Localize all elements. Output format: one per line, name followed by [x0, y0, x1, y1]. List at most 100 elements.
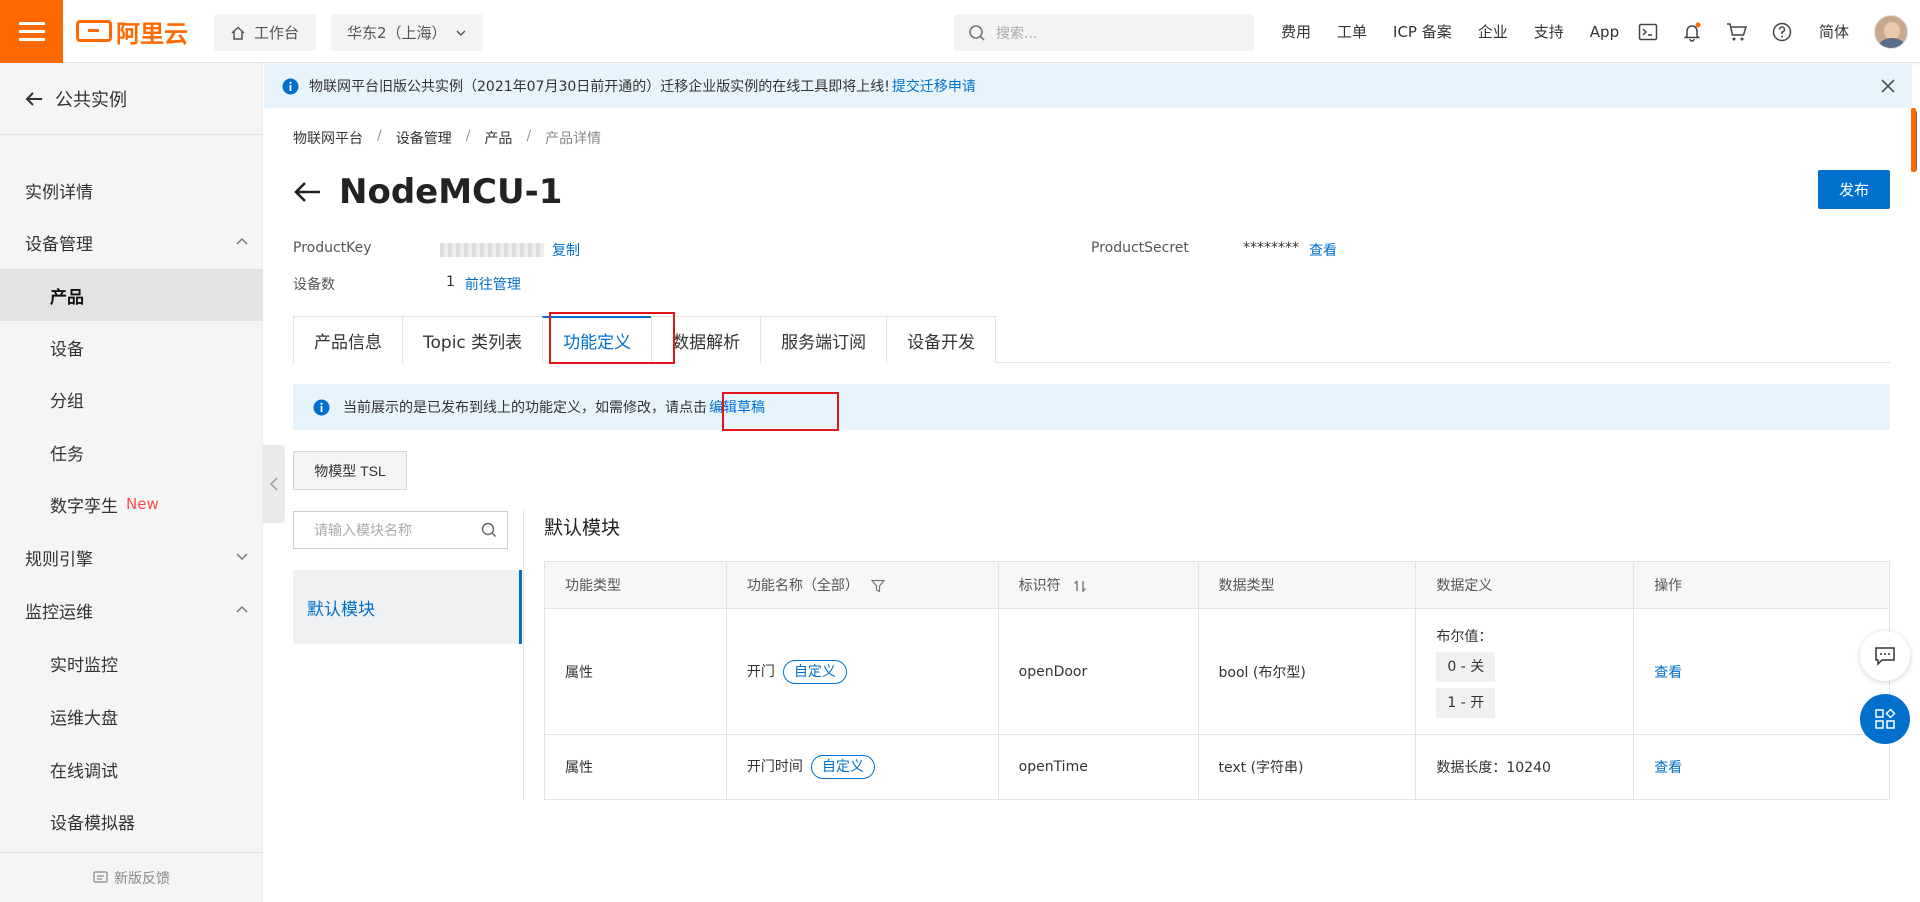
- manage-devices-link[interactable]: 前往管理: [465, 274, 521, 294]
- published-info-bar: 当前展示的是已发布到线上的功能定义，如需修改，请点击 编辑草稿: [293, 384, 1890, 430]
- sidebar-item-products[interactable]: 产品: [0, 269, 263, 321]
- aliyun-logo[interactable]: 阿里云: [76, 16, 188, 48]
- sidebar-item-label: 监控运维: [25, 602, 93, 623]
- sidebar-item-digital-twin[interactable]: 数字孪生 New: [0, 478, 263, 530]
- tab-data-parsing[interactable]: 数据解析: [651, 316, 762, 363]
- workbench-label: 工作台: [254, 24, 300, 42]
- table-row: 属性 开门 自定义 openDoor bool (布尔型) 布尔值： 0 - 关 …: [544, 608, 1890, 735]
- sidebar-collapse-toggle[interactable]: [263, 445, 285, 523]
- migration-apply-link[interactable]: 提交迁移申请: [892, 76, 976, 96]
- product-key-value: 复制: [440, 240, 580, 260]
- apps-float-button[interactable]: [1860, 694, 1910, 744]
- user-avatar[interactable]: [1874, 15, 1908, 49]
- module-item-default[interactable]: 默认模块: [293, 570, 522, 644]
- breadcrumb-separator: /: [526, 128, 532, 144]
- nav-fees[interactable]: 费用: [1268, 21, 1324, 42]
- cell-data-definition: 布尔值： 0 - 关 1 - 开: [1415, 608, 1635, 735]
- sidebar-group-monitoring[interactable]: 监控运维: [0, 584, 263, 636]
- breadcrumb-iot-platform[interactable]: 物联网平台: [293, 128, 363, 148]
- sidebar-item-label: 设备管理: [25, 234, 93, 255]
- tab-server-subscription[interactable]: 服务端订阅: [760, 316, 888, 363]
- tsl-model-button[interactable]: 物模型 TSL: [293, 451, 407, 490]
- sidebar-item-groups[interactable]: 分组: [0, 373, 263, 425]
- chevron-down-icon: [236, 553, 248, 561]
- tab-product-info[interactable]: 产品信息: [293, 316, 403, 363]
- sidebar-item-label: 分组: [50, 391, 84, 412]
- breadcrumb: 物联网平台 / 设备管理 / 产品 / 产品详情: [293, 128, 601, 148]
- chevron-up-icon: [236, 237, 248, 245]
- table-row: 属性 开门时间 自定义 openTime text (字符串) 数据长度：1024…: [544, 734, 1890, 800]
- help-icon[interactable]: [1770, 20, 1794, 44]
- back-to-public-instance[interactable]: 公共实例: [25, 86, 127, 112]
- region-selector[interactable]: 华东2（上海）: [331, 14, 483, 51]
- hamburger-menu-button[interactable]: [0, 0, 63, 63]
- sidebar-item-ops-dashboard[interactable]: 运维大盘: [0, 690, 263, 742]
- sidebar-group-rule-engine[interactable]: 规则引擎: [0, 531, 263, 583]
- publish-button[interactable]: 发布: [1818, 170, 1890, 209]
- custom-tag: 自定义: [782, 659, 847, 684]
- function-name: 开门: [746, 663, 775, 680]
- top-navigation-bar: 阿里云 工作台 华东2（上海） 搜索... 费用 工单 ICP 备案 企业 支持…: [0, 0, 1920, 63]
- back-arrow-icon[interactable]: [293, 181, 321, 203]
- cart-icon[interactable]: [1725, 20, 1749, 44]
- workbench-button[interactable]: 工作台: [214, 14, 316, 51]
- nav-enterprise[interactable]: 企业: [1465, 21, 1521, 42]
- sidebar-item-label: 实时监控: [50, 655, 118, 676]
- page-title: NodeMCU-1: [293, 172, 562, 212]
- nav-icp[interactable]: ICP 备案: [1380, 21, 1465, 42]
- sort-icon[interactable]: [1073, 579, 1087, 593]
- search-icon: [481, 522, 496, 537]
- breadcrumb-products[interactable]: 产品: [484, 128, 512, 148]
- search-placeholder: 搜索...: [996, 25, 1038, 42]
- page-scrollbar[interactable]: [1909, 108, 1920, 902]
- edit-draft-link[interactable]: 编辑草稿: [709, 397, 765, 417]
- global-search-input[interactable]: 搜索...: [954, 14, 1254, 51]
- language-switch[interactable]: 简体: [1819, 21, 1849, 42]
- view-link[interactable]: 查看: [1654, 665, 1682, 681]
- tab-device-development[interactable]: 设备开发: [886, 316, 997, 363]
- module-search-placeholder: 请输入模块名称: [314, 523, 412, 539]
- custom-tag: 自定义: [810, 755, 875, 779]
- col-identifier[interactable]: 标识符: [997, 561, 1199, 609]
- module-search-input[interactable]: 请输入模块名称: [293, 511, 508, 549]
- breadcrumb-device-management[interactable]: 设备管理: [396, 128, 452, 148]
- sidebar-item-instance-details[interactable]: 实例详情: [0, 164, 263, 216]
- device-count: 1: [446, 274, 455, 290]
- sidebar-item-tasks[interactable]: 任务: [0, 426, 263, 478]
- terminal-icon[interactable]: [1636, 20, 1660, 44]
- nav-support[interactable]: 支持: [1521, 21, 1577, 42]
- section-title: 默认模块: [544, 517, 621, 539]
- sidebar-item-label: 在线调试: [50, 761, 118, 782]
- chat-icon: [1875, 647, 1895, 666]
- chevron-left-icon: [269, 477, 278, 491]
- sidebar-group-device-management[interactable]: 设备管理: [0, 216, 263, 268]
- chat-float-button[interactable]: [1860, 631, 1910, 681]
- sidebar-item-device-simulator[interactable]: 设备模拟器: [0, 795, 263, 847]
- sidebar-divider: [0, 134, 263, 135]
- filter-icon[interactable]: [871, 579, 886, 593]
- view-product-secret-link[interactable]: 查看: [1309, 240, 1337, 260]
- sidebar-item-label: 实例详情: [25, 182, 93, 203]
- tab-function-definition[interactable]: 功能定义: [542, 316, 653, 363]
- sidebar-item-label: 运维大盘: [50, 708, 118, 729]
- cell-actions: 查看: [1633, 734, 1890, 800]
- feedback-button[interactable]: 新版反馈: [0, 852, 263, 902]
- sidebar-item-online-debug[interactable]: 在线调试: [0, 743, 263, 795]
- module-divider: [523, 510, 524, 800]
- copy-product-key-link[interactable]: 复制: [552, 240, 580, 260]
- sidebar-item-label: 产品: [50, 287, 84, 308]
- notification-bell-icon[interactable]: [1680, 20, 1704, 44]
- logo-mark-icon: [76, 20, 112, 42]
- nav-app[interactable]: App: [1577, 23, 1632, 41]
- view-link[interactable]: 查看: [1654, 760, 1682, 776]
- close-icon[interactable]: [1880, 78, 1896, 94]
- sidebar-item-devices[interactable]: 设备: [0, 321, 263, 373]
- col-function-name[interactable]: 功能名称（全部）: [725, 561, 999, 609]
- region-label: 华东2（上海）: [347, 24, 447, 42]
- sidebar-item-realtime-monitor[interactable]: 实时监控: [0, 637, 263, 689]
- cell-function-type: 属性: [544, 734, 727, 800]
- nav-tickets[interactable]: 工单: [1324, 21, 1380, 42]
- tab-topic-list[interactable]: Topic 类列表: [402, 316, 544, 363]
- cell-function-name: 开门时间 自定义: [725, 734, 999, 800]
- sidebar-item-label: 规则引擎: [25, 549, 93, 570]
